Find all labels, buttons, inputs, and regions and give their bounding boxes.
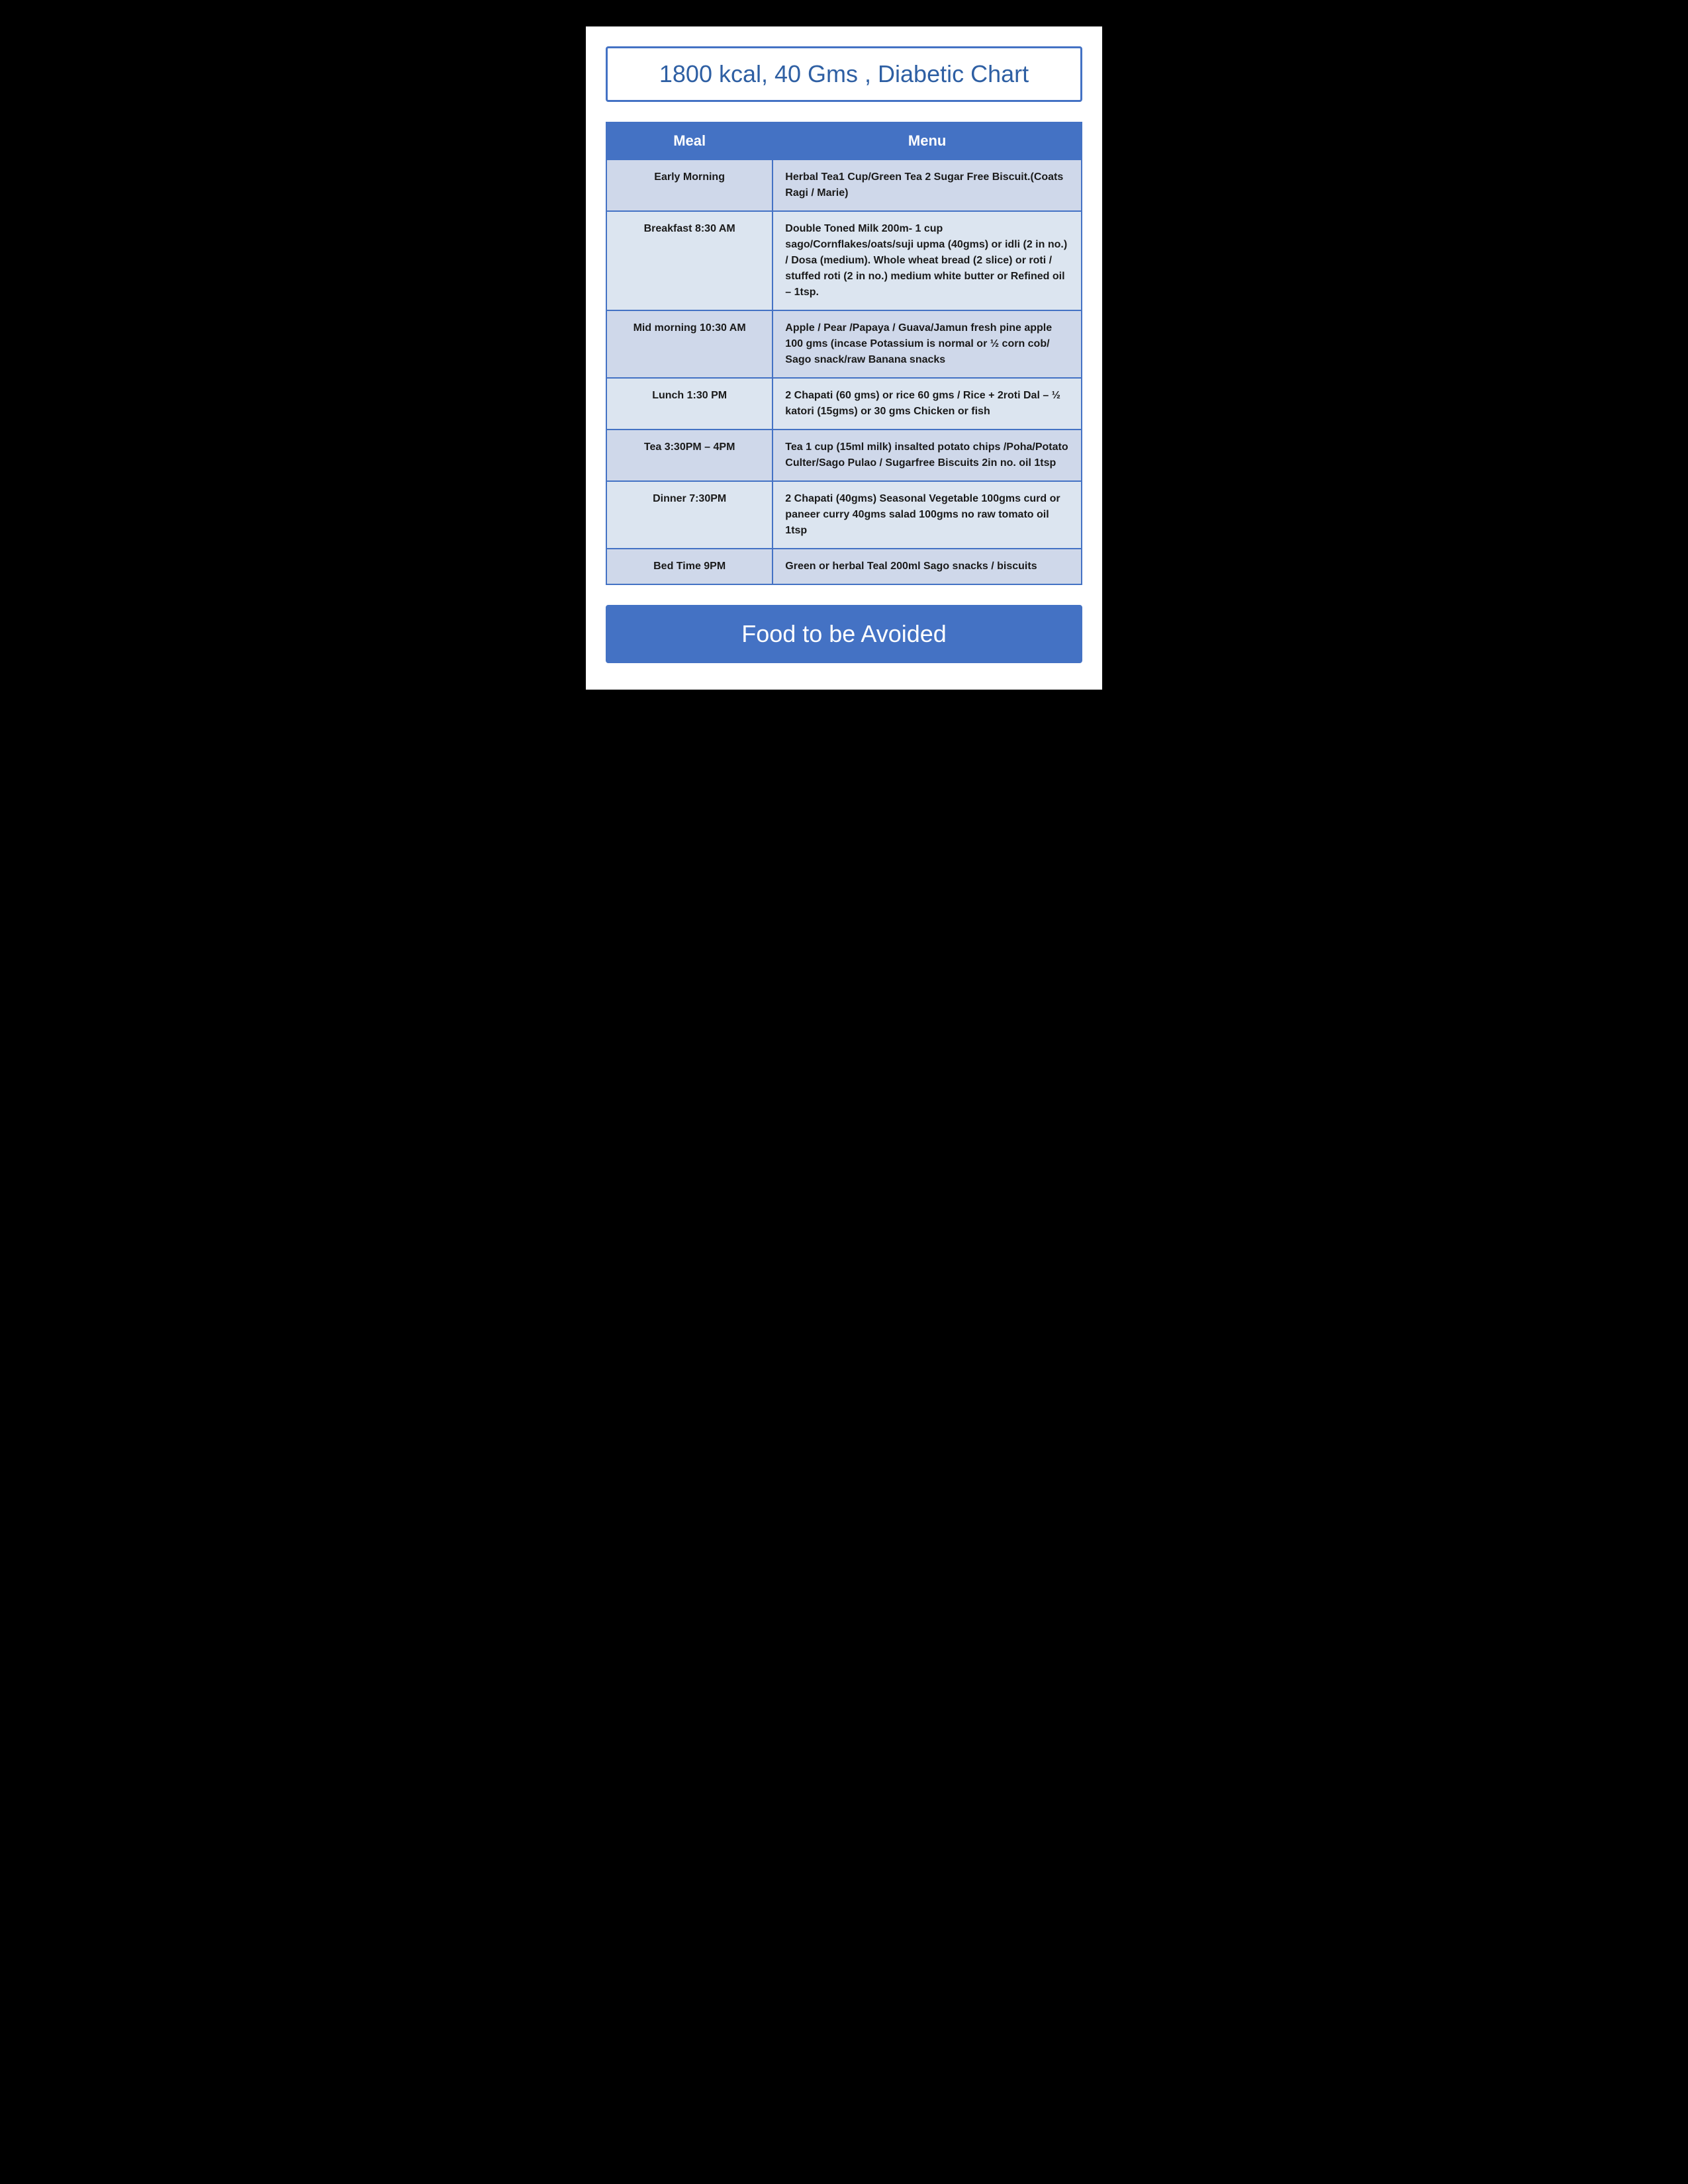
table-row: Dinner 7:30PM2 Chapati (40gms) Seasonal … [606, 481, 1082, 549]
meal-cell: Dinner 7:30PM [606, 481, 773, 549]
page-title: 1800 kcal, 40 Gms , Diabetic Chart [659, 60, 1029, 87]
table-row: Breakfast 8:30 AMDouble Toned Milk 200m-… [606, 211, 1082, 310]
meal-cell: Tea 3:30PM – 4PM [606, 430, 773, 481]
table-row: Lunch 1:30 PM2 Chapati (60 gms) or rice … [606, 378, 1082, 430]
menu-cell: 2 Chapati (60 gms) or rice 60 gms / Rice… [773, 378, 1082, 430]
meal-table: Meal Menu Early MorningHerbal Tea1 Cup/G… [606, 122, 1082, 585]
table-row: Mid morning 10:30 AMApple / Pear /Papaya… [606, 310, 1082, 378]
menu-cell: Herbal Tea1 Cup/Green Tea 2 Sugar Free B… [773, 159, 1082, 211]
menu-cell: Double Toned Milk 200m- 1 cup sago/Cornf… [773, 211, 1082, 310]
title-box: 1800 kcal, 40 Gms , Diabetic Chart [606, 46, 1082, 102]
meal-cell: Lunch 1:30 PM [606, 378, 773, 430]
menu-cell: 2 Chapati (40gms) Seasonal Vegetable 100… [773, 481, 1082, 549]
table-row: Bed Time 9PMGreen or herbal Teal 200ml S… [606, 549, 1082, 584]
meal-cell: Breakfast 8:30 AM [606, 211, 773, 310]
menu-cell: Green or herbal Teal 200ml Sago snacks /… [773, 549, 1082, 584]
menu-cell: Tea 1 cup (15ml milk) insalted potato ch… [773, 430, 1082, 481]
page-container: 1800 kcal, 40 Gms , Diabetic Chart Meal … [586, 26, 1102, 690]
col-header-menu: Menu [773, 122, 1082, 159]
footer-text: Food to be Avoided [741, 620, 947, 647]
table-row: Early MorningHerbal Tea1 Cup/Green Tea 2… [606, 159, 1082, 211]
meal-cell: Early Morning [606, 159, 773, 211]
footer-box: Food to be Avoided [606, 605, 1082, 663]
meal-cell: Bed Time 9PM [606, 549, 773, 584]
meal-cell: Mid morning 10:30 AM [606, 310, 773, 378]
table-row: Tea 3:30PM – 4PMTea 1 cup (15ml milk) in… [606, 430, 1082, 481]
menu-cell: Apple / Pear /Papaya / Guava/Jamun fresh… [773, 310, 1082, 378]
col-header-meal: Meal [606, 122, 773, 159]
